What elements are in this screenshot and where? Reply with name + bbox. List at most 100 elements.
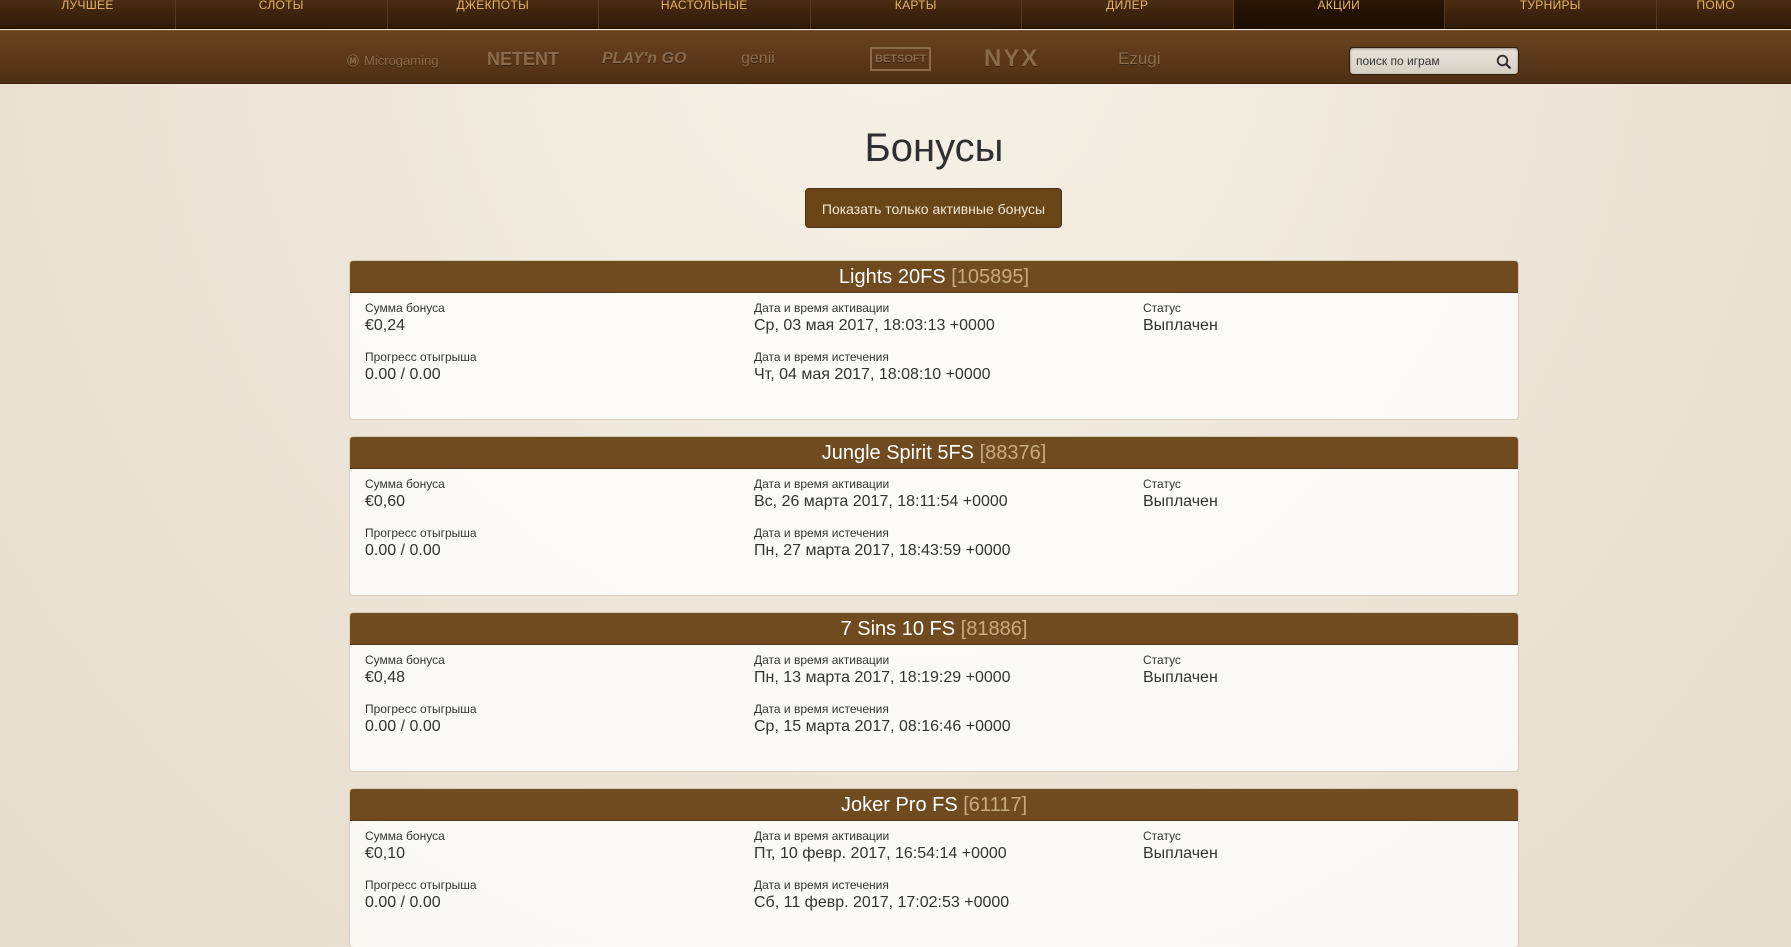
microgaming-logo-icon: Ⓜ	[347, 54, 360, 68]
bonus-activation-label: Дата и время активации	[754, 477, 890, 491]
bonus-progress-label: Прогресс отыгрыша	[365, 350, 477, 364]
nav-item-promotions[interactable]: Акции	[1233, 0, 1445, 29]
nav-item-slots[interactable]: Слоты	[176, 0, 388, 29]
bonus-amount-value: €0,48	[365, 669, 406, 686]
nav-item-help[interactable]: Помо	[1657, 0, 1757, 29]
bonus-card-header: Joker Pro FS [61117]	[350, 789, 1518, 821]
bonus-activation-label: Дата и время активации	[754, 301, 890, 315]
provider-playngo[interactable]: PLAY'n GO	[602, 45, 686, 73]
bonus-expiry-value: Сб, 11 февр. 2017, 17:02:53 +0000	[754, 894, 1010, 911]
search-icon[interactable]	[1496, 54, 1512, 70]
bonus-status-label: Статус	[1143, 829, 1181, 843]
bonus-status: Статус Выплачен	[1143, 477, 1218, 511]
bonus-expiry-label: Дата и время истечения	[754, 702, 889, 716]
bonus-progress-value: 0.00 / 0.00	[365, 718, 441, 735]
provider-ezugi[interactable]: Ezugi	[1118, 45, 1161, 73]
bonus-activation-value: Пт, 10 февр. 2017, 16:54:14 +0000	[754, 845, 1007, 862]
bonus-progress-label: Прогресс отыгрыша	[365, 878, 477, 892]
bonus-amount-label: Сумма бонуса	[365, 653, 445, 667]
bonus-progress-label: Прогресс отыгрыша	[365, 526, 477, 540]
bonus-activation: Дата и время активации Пн, 13 марта 2017…	[754, 653, 1011, 687]
bonus-status-value: Выплачен	[1143, 493, 1218, 510]
page-title: Бонусы	[864, 126, 1004, 170]
bonus-amount-value: €0,60	[365, 493, 406, 510]
bonus-id: [88376]	[979, 442, 1047, 464]
bonus-expiry: Дата и время истечения Чт, 04 мая 2017, …	[754, 350, 991, 384]
bonus-expiry-value: Пн, 27 марта 2017, 18:43:59 +0000	[754, 542, 1011, 559]
nav-item-dealer[interactable]: Дилер	[1022, 0, 1234, 29]
top-navigation: Лучшее Слоты Джекпоты Настольные Карты Д…	[0, 0, 1791, 29]
search-box	[1349, 47, 1519, 75]
bonus-amount-label: Сумма бонуса	[365, 301, 445, 315]
bonus-amount-label: Сумма бонуса	[365, 829, 445, 843]
bonus-progress: Прогресс отыгрыша 0.00 / 0.00	[365, 526, 477, 560]
bonus-expiry: Дата и время истечения Ср, 15 марта 2017…	[754, 702, 1011, 736]
bonus-amount-value: €0,10	[365, 845, 406, 862]
bonus-card: Jungle Spirit 5FS [88376] Сумма бонуса €…	[349, 436, 1519, 596]
search-input[interactable]	[1356, 52, 1491, 70]
bonus-progress: Прогресс отыгрыша 0.00 / 0.00	[365, 350, 477, 384]
show-active-bonuses-button[interactable]: Показать только активные бонусы	[805, 188, 1062, 228]
bonus-card-header: 7 Sins 10 FS [81886]	[350, 613, 1518, 645]
bonus-amount: Сумма бонуса €0,48	[365, 653, 445, 687]
provider-microgaming[interactable]: Ⓜ Microgaming	[347, 45, 438, 73]
nav-item-table[interactable]: Настольные	[599, 0, 811, 29]
bonus-status-label: Статус	[1143, 653, 1181, 667]
provider-genii[interactable]: genii	[741, 45, 775, 73]
bonus-progress-value: 0.00 / 0.00	[365, 542, 441, 559]
nav-item-best[interactable]: Лучшее	[0, 0, 176, 29]
bonus-name: Jungle Spirit 5FS	[821, 442, 974, 464]
bonus-status-value: Выплачен	[1143, 669, 1218, 686]
bonus-amount-value: €0,24	[365, 317, 406, 334]
bonus-expiry-label: Дата и время истечения	[754, 878, 889, 892]
bonus-progress: Прогресс отыгрыша 0.00 / 0.00	[365, 878, 477, 912]
bonus-activation-value: Ср, 03 мая 2017, 18:03:13 +0000	[754, 317, 995, 334]
bonus-card-header: Jungle Spirit 5FS [88376]	[350, 437, 1518, 469]
bonus-progress-label: Прогресс отыгрыша	[365, 702, 477, 716]
bonus-activation: Дата и время активации Ср, 03 мая 2017, …	[754, 301, 995, 335]
bonus-card: Lights 20FS [105895] Сумма бонуса €0,24 …	[349, 260, 1519, 420]
bonus-name: 7 Sins 10 FS	[840, 618, 956, 640]
bonus-status: Статус Выплачен	[1143, 301, 1218, 335]
provider-nyx[interactable]: NYX	[984, 45, 1039, 73]
bonus-progress-value: 0.00 / 0.00	[365, 894, 441, 911]
bonus-activation-value: Вс, 26 марта 2017, 18:11:54 +0000	[754, 493, 1008, 510]
bonus-progress-value: 0.00 / 0.00	[365, 366, 441, 383]
bonus-status: Статус Выплачен	[1143, 829, 1218, 863]
bonus-status: Статус Выплачен	[1143, 653, 1218, 687]
provider-betsoft[interactable]: BETSOFT	[870, 47, 932, 71]
bonus-id: [81886]	[960, 618, 1028, 640]
bonus-status-label: Статус	[1143, 301, 1181, 315]
bonus-expiry-label: Дата и время истечения	[754, 350, 889, 364]
bonus-activation-label: Дата и время активации	[754, 829, 890, 843]
bonus-activation-label: Дата и время активации	[754, 653, 890, 667]
bonus-activation: Дата и время активации Вс, 26 марта 2017…	[754, 477, 1008, 511]
bonus-card-header: Lights 20FS [105895]	[350, 261, 1518, 293]
bonus-expiry: Дата и время истечения Пн, 27 марта 2017…	[754, 526, 1011, 560]
bonus-expiry-value: Чт, 04 мая 2017, 18:08:10 +0000	[754, 366, 991, 383]
bonus-amount: Сумма бонуса €0,24	[365, 301, 445, 335]
providers-bar: Ⓜ Microgaming NETENT PLAY'n GO genii BET…	[0, 30, 1791, 84]
bonus-amount: Сумма бонуса €0,60	[365, 477, 445, 511]
nav-item-tournaments[interactable]: Турниры	[1445, 0, 1657, 29]
bonus-name: Joker Pro FS	[840, 794, 958, 816]
bonus-status-value: Выплачен	[1143, 845, 1218, 862]
bonus-activation: Дата и время активации Пт, 10 февр. 2017…	[754, 829, 1007, 863]
bonus-expiry-value: Ср, 15 марта 2017, 08:16:46 +0000	[754, 718, 1011, 735]
bonus-amount-label: Сумма бонуса	[365, 477, 445, 491]
bonus-card: 7 Sins 10 FS [81886] Сумма бонуса €0,48 …	[349, 612, 1519, 772]
nav-item-cards[interactable]: Карты	[811, 0, 1022, 29]
bonus-amount: Сумма бонуса €0,10	[365, 829, 445, 863]
provider-netent[interactable]: NETENT	[487, 45, 559, 73]
bonus-id: [61117]	[963, 794, 1028, 816]
bonus-activation-value: Пн, 13 марта 2017, 18:19:29 +0000	[754, 669, 1011, 686]
bonus-progress: Прогресс отыгрыша 0.00 / 0.00	[365, 702, 477, 736]
bonus-name: Lights 20FS	[838, 266, 946, 288]
nav-item-jackpots[interactable]: Джекпоты	[388, 0, 599, 29]
bonus-id: [105895]	[951, 266, 1030, 288]
bonus-status-value: Выплачен	[1143, 317, 1218, 334]
bonus-status-label: Статус	[1143, 477, 1181, 491]
bonus-expiry-label: Дата и время истечения	[754, 526, 889, 540]
bonus-expiry: Дата и время истечения Сб, 11 февр. 2017…	[754, 878, 1009, 912]
bonus-card: Joker Pro FS [61117] Сумма бонуса €0,10 …	[349, 788, 1519, 947]
